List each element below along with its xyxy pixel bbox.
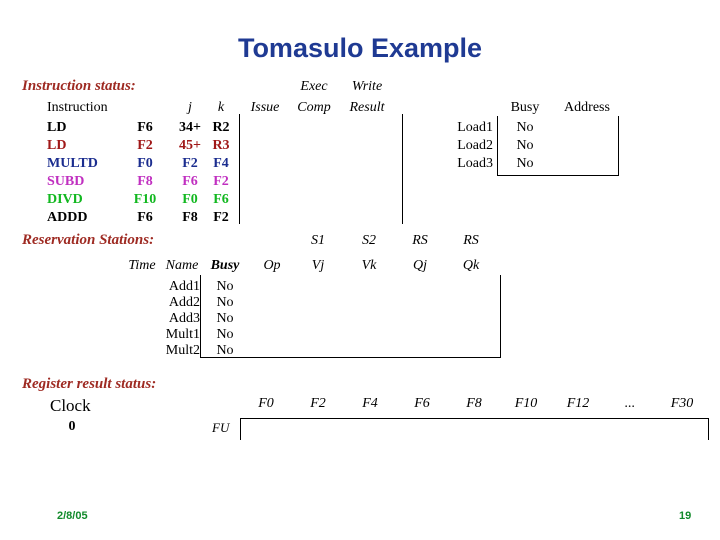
instruction-table-left-rule — [239, 114, 240, 224]
instruction-k: R2 — [212, 120, 230, 135]
instruction-status-heading: Instruction status: — [22, 78, 136, 94]
page-title: Tomasulo Example — [237, 33, 483, 63]
instruction-j: F8 — [182, 210, 198, 225]
instruction-j: F2 — [182, 156, 198, 171]
instruction-header-instruction: Instruction — [47, 100, 108, 115]
load-header-busy: Busy — [510, 100, 540, 115]
rs-header-vk: Vk — [361, 258, 377, 273]
fu-label: FU — [212, 420, 230, 435]
instruction-op: LD — [47, 138, 67, 153]
rs-name: Add2 — [168, 295, 200, 310]
rs-header-s1: S1 — [311, 233, 325, 248]
load-table-right-rule — [618, 116, 619, 175]
register-header-F2: F2 — [310, 396, 326, 411]
rs-name: Mult1 — [165, 327, 200, 342]
footer-page-number: 19 — [679, 510, 692, 522]
register-header-F4: F4 — [362, 396, 378, 411]
rs-header-s2: S2 — [362, 233, 376, 248]
instruction-dest: F10 — [133, 192, 157, 207]
register-header-F10: F10 — [514, 396, 538, 411]
instruction-header-k: k — [217, 100, 225, 115]
rs-busy: No — [216, 327, 234, 342]
rs-header-rs-qk: RS — [463, 233, 479, 248]
rs-header-time: Time — [128, 258, 156, 273]
rs-header-name: Name — [165, 258, 199, 273]
rs-header-rs-qj: RS — [412, 233, 428, 248]
instruction-j: F0 — [182, 192, 198, 207]
instruction-dest: F8 — [137, 174, 153, 189]
rs-busy: No — [216, 295, 234, 310]
load-busy: No — [516, 156, 534, 171]
rs-table-right-rule — [500, 275, 501, 358]
load-busy: No — [516, 120, 534, 135]
instruction-header-issue: Issue — [250, 100, 280, 115]
instruction-op: LD — [47, 120, 67, 135]
register-table-left-rule — [240, 418, 241, 440]
instruction-k: F4 — [213, 156, 229, 171]
rs-header-qj: Qj — [413, 258, 427, 273]
instruction-dest: F6 — [137, 210, 153, 225]
instruction-dest: F2 — [137, 138, 153, 153]
reservation-stations-heading: Reservation Stations: — [22, 232, 155, 248]
instruction-dest: F6 — [137, 120, 153, 135]
register-header-F6: F6 — [414, 396, 430, 411]
rs-table-left-rule — [200, 275, 201, 358]
load-busy: No — [516, 138, 534, 153]
instruction-j: 45+ — [179, 138, 201, 153]
register-header-F8: F8 — [466, 396, 482, 411]
rs-header-op: Op — [263, 258, 281, 273]
instruction-j: 34+ — [179, 120, 201, 135]
load-table-bottom-rule — [497, 175, 619, 176]
load-header-address: Address — [564, 100, 610, 115]
clock-value: 0 — [68, 419, 76, 434]
instruction-op: MULTD — [47, 156, 98, 171]
instruction-k: R3 — [212, 138, 230, 153]
instruction-op: ADDD — [47, 210, 88, 225]
register-result-status-heading: Register result status: — [22, 376, 157, 392]
rs-name: Add1 — [168, 279, 200, 294]
instruction-op: SUBD — [47, 174, 85, 189]
instruction-dest: F0 — [137, 156, 153, 171]
instruction-header-write: Write — [351, 79, 383, 94]
load-name: Load2 — [457, 138, 493, 153]
instruction-header-exec: Exec — [300, 79, 328, 94]
rs-busy: No — [216, 279, 234, 294]
instruction-j: F6 — [182, 174, 198, 189]
register-header-: ... — [624, 396, 636, 411]
rs-name: Add3 — [168, 311, 200, 326]
rs-header-qk: Qk — [462, 258, 480, 273]
instruction-k: F6 — [213, 192, 229, 207]
load-table-left-rule — [497, 116, 498, 175]
rs-name: Mult2 — [165, 343, 200, 358]
register-header-F30: F30 — [670, 396, 694, 411]
rs-busy: No — [216, 343, 234, 358]
register-table-right-rule — [708, 418, 709, 440]
rs-busy: No — [216, 311, 234, 326]
load-name: Load1 — [457, 120, 493, 135]
instruction-header-comp: Comp — [297, 100, 331, 115]
register-header-F0: F0 — [258, 396, 274, 411]
instruction-op: DIVD — [47, 192, 83, 207]
instruction-header-j: j — [188, 100, 192, 115]
footer-date: 2/8/05 — [57, 510, 88, 522]
load-name: Load3 — [457, 156, 493, 171]
instruction-k: F2 — [213, 174, 229, 189]
rs-header-vj: Vj — [311, 258, 325, 273]
instruction-header-result: Result — [349, 100, 385, 115]
clock-label: Clock — [50, 396, 91, 415]
register-table-top-rule — [240, 418, 709, 419]
instruction-table-right-rule — [402, 114, 403, 224]
register-header-F12: F12 — [566, 396, 590, 411]
rs-header-busy: Busy — [210, 258, 240, 273]
instruction-k: F2 — [213, 210, 229, 225]
